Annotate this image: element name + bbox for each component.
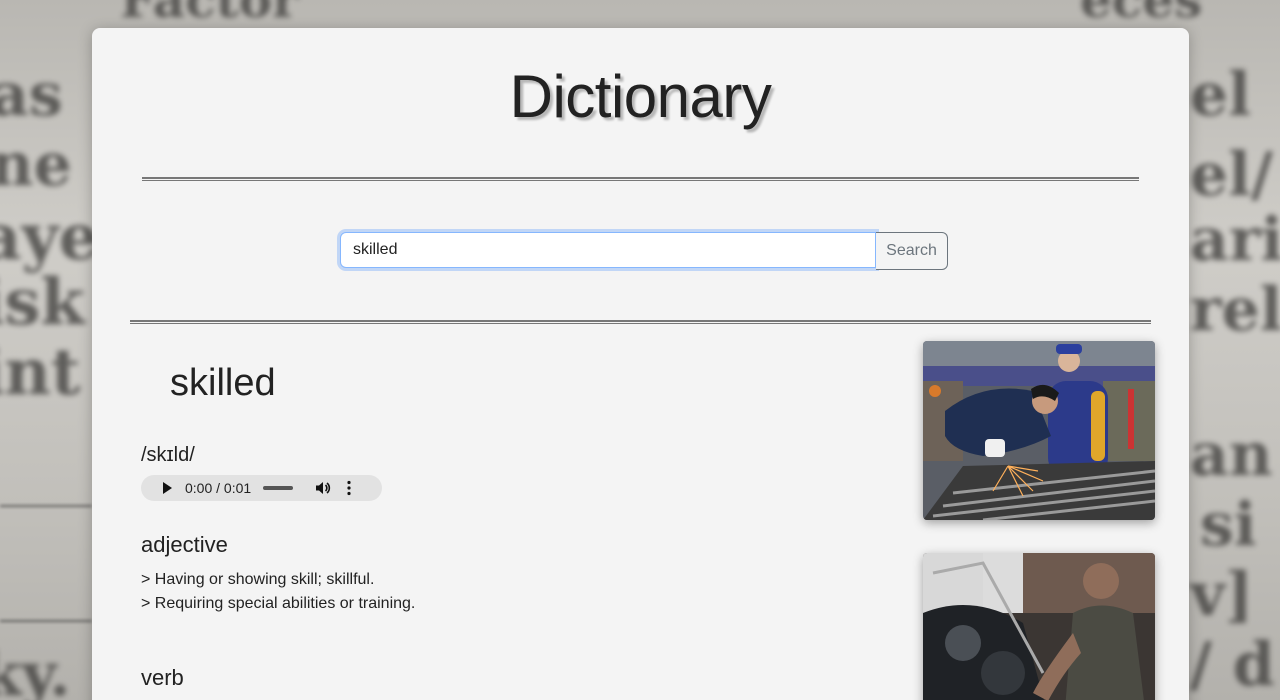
play-icon[interactable]	[163, 482, 172, 494]
definition-item: > Requiring special abilities or trainin…	[141, 595, 416, 612]
bg-text: ari	[1190, 205, 1280, 275]
bg-text: isk	[0, 265, 85, 340]
mechanic-photo	[923, 553, 1155, 700]
bg-line	[0, 620, 92, 622]
bg-text: / d	[1190, 630, 1275, 700]
pronunciation-audio-player[interactable]: 0:00 / 0:01	[141, 475, 382, 501]
bg-text: rela	[1190, 275, 1280, 345]
dictionary-card: Dictionary Search skilled /skɪld/ 0:00 /…	[92, 28, 1189, 700]
part-of-speech-verb: verb	[141, 665, 184, 690]
audio-progress-slider[interactable]	[263, 486, 293, 490]
bg-text: el/	[1190, 140, 1273, 210]
factory-photo	[923, 341, 1155, 520]
search-button[interactable]: Search	[876, 232, 948, 270]
bg-text: v]	[1190, 560, 1254, 630]
bg-text: el	[1190, 60, 1251, 130]
search-input[interactable]	[340, 232, 876, 268]
bg-text: as	[0, 60, 63, 130]
entry-phonetic: /skɪld/	[141, 444, 195, 466]
bg-text: eces	[1080, 0, 1202, 29]
definition-item: > Having or showing skill; skillful.	[141, 571, 375, 588]
more-options-icon[interactable]	[347, 480, 351, 496]
bg-text: an	[1190, 420, 1273, 490]
bg-text: ne	[0, 130, 72, 200]
audio-time: 0:00 / 0:01	[185, 480, 252, 496]
result-image-mechanic[interactable]	[923, 553, 1155, 700]
bg-text: si	[1200, 490, 1257, 560]
bg-text: aye	[0, 200, 100, 275]
bg-line	[0, 505, 92, 507]
bg-text: int	[0, 335, 81, 410]
bg-text: Factor	[120, 0, 298, 29]
entry-word: skilled	[170, 362, 276, 404]
result-image-factory-workers[interactable]	[923, 341, 1155, 520]
title-divider	[142, 177, 1139, 181]
part-of-speech-adjective: adjective	[141, 532, 228, 557]
volume-icon[interactable]	[315, 480, 331, 496]
bg-text: ky.	[0, 640, 71, 700]
search-form: Search	[340, 232, 948, 270]
page-title: Dictionary	[509, 63, 772, 130]
results-divider	[130, 320, 1151, 324]
